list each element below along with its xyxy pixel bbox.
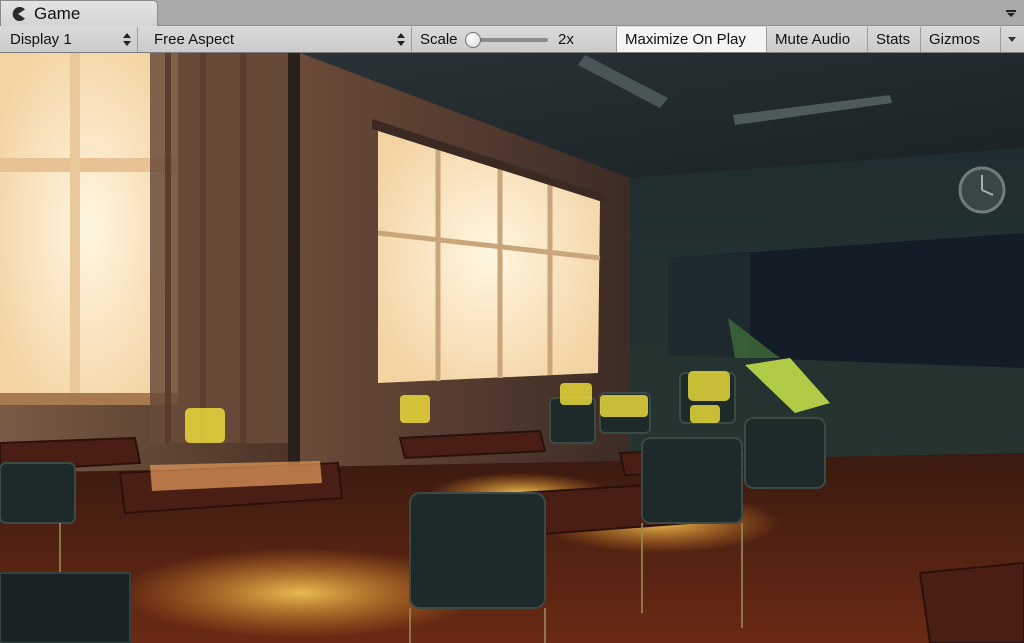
scale-slider-thumb[interactable] [465, 32, 481, 48]
gizmos-dropdown-arrow-icon[interactable] [1000, 27, 1022, 52]
scale-control: Scale 2x [412, 27, 617, 52]
display-dropdown[interactable]: Display 1 [2, 27, 138, 52]
scale-label: Scale [420, 31, 458, 48]
game-viewport[interactable] [0, 53, 1024, 643]
aspect-label: Free Aspect [154, 31, 235, 48]
game-toolbar: Display 1 Free Aspect Scale 2x Maximize … [0, 26, 1024, 53]
tab-title: Game [34, 3, 81, 23]
tab-strip: Game [0, 0, 1024, 26]
scale-value: 2x [558, 31, 574, 48]
aspect-dropdown[interactable]: Free Aspect [146, 27, 412, 52]
stats-toggle[interactable]: Stats [868, 27, 921, 52]
panel-menu-icon[interactable] [1004, 10, 1018, 20]
mute-audio-label: Mute Audio [775, 31, 851, 48]
scale-slider-track[interactable] [470, 38, 548, 42]
maximize-on-play-label: Maximize On Play [625, 31, 746, 48]
display-label: Display 1 [10, 31, 72, 48]
pacman-icon [10, 6, 26, 22]
updown-arrows-icon [123, 33, 131, 46]
updown-arrows-icon [397, 33, 405, 46]
classroom-scene [0, 53, 1024, 643]
maximize-on-play-toggle[interactable]: Maximize On Play [617, 27, 767, 52]
gizmos-toggle[interactable]: Gizmos [921, 27, 1022, 52]
gizmos-label: Gizmos [929, 31, 980, 48]
tab-game[interactable]: Game [0, 0, 158, 26]
stats-label: Stats [876, 31, 911, 48]
mute-audio-toggle[interactable]: Mute Audio [767, 27, 868, 52]
